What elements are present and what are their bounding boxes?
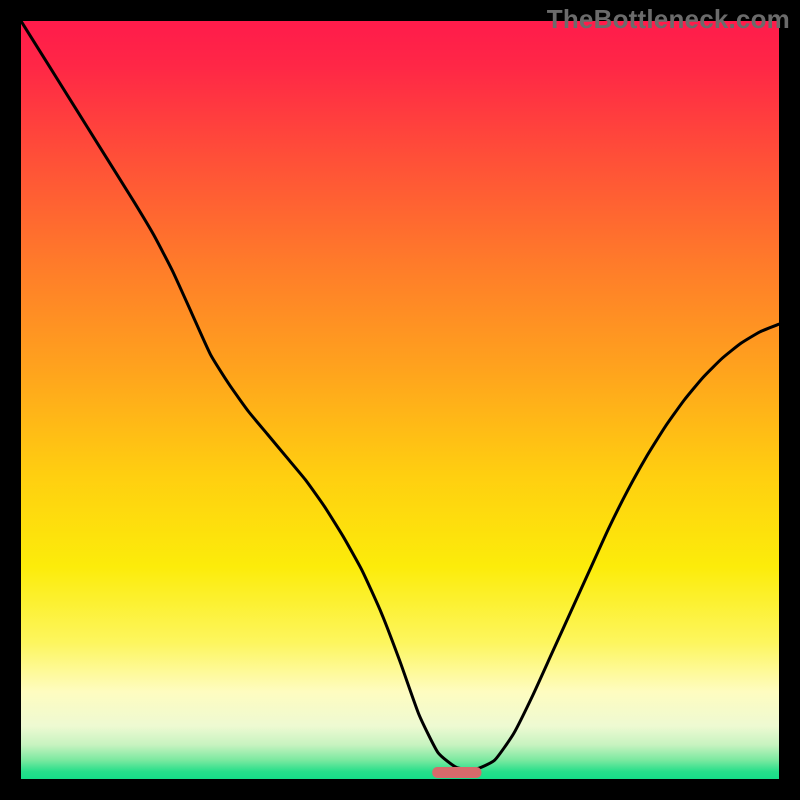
optimal-marker <box>432 767 481 778</box>
watermark-text: TheBottleneck.com <box>547 4 790 35</box>
bottleneck-chart <box>21 21 779 779</box>
chart-frame: TheBottleneck.com <box>0 0 800 800</box>
